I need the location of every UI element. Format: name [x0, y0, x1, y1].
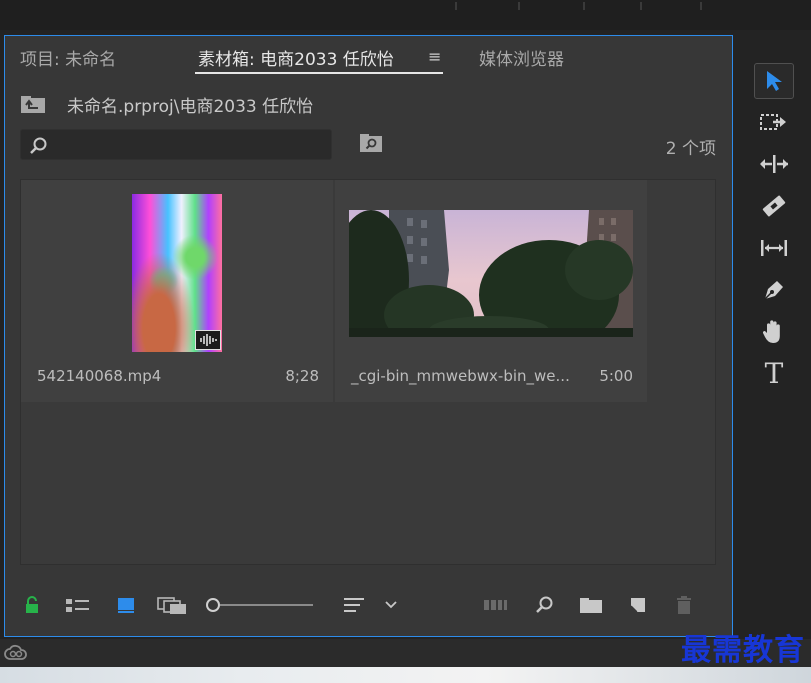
track-select-icon [760, 114, 786, 130]
clip-duration: 8;28 [285, 367, 319, 385]
list-view-icon[interactable] [63, 591, 93, 619]
slip-tool[interactable] [754, 230, 794, 266]
clip-thumbnail[interactable] [132, 194, 222, 352]
navigate-up-icon[interactable] [20, 96, 46, 114]
clip-name: _cgi-bin_mmwebwx-bin_we... [351, 367, 570, 385]
search-icon [30, 137, 47, 154]
bin-panel: 项目: 未命名 素材箱: 电商2033 任欣怡 ≡ 媒体浏览器 未命名.prpr… [4, 35, 733, 637]
type-icon: T [764, 357, 784, 390]
arrow-icon [767, 71, 782, 91]
tab-bin[interactable]: 素材箱: 电商2033 任欣怡 [198, 45, 394, 70]
selection-tool[interactable] [754, 63, 794, 99]
hand-icon [762, 320, 780, 343]
item-count: 2 个项 [665, 139, 716, 159]
bin-toolbar [5, 591, 734, 621]
chevron-down-icon[interactable] [381, 591, 401, 619]
timeline-tick [518, 2, 520, 10]
ripple-edit-tool[interactable] [754, 146, 794, 182]
search-input[interactable] [55, 133, 325, 157]
razor-icon [762, 195, 786, 217]
media-card[interactable]: _cgi-bin_mmwebwx-bin_we... 5:00 [335, 180, 647, 402]
clip-name: 542140068.mp4 [37, 367, 162, 385]
media-card[interactable]: 542140068.mp4 8;28 [21, 180, 333, 402]
write-protect-lock-icon[interactable] [20, 591, 44, 619]
razor-tool[interactable] [754, 188, 794, 224]
bin-path: 未命名.prproj\电商2033 任欣怡 [67, 97, 314, 117]
pen-icon [764, 281, 783, 300]
tab-project[interactable]: 项目: 未命名 [20, 45, 116, 70]
creative-cloud-icon[interactable] [3, 644, 29, 662]
timeline-tick [455, 2, 457, 10]
find-in-bin-icon[interactable] [359, 133, 383, 153]
sort-icons-icon[interactable] [341, 591, 367, 619]
panel-menu-icon[interactable]: ≡ [428, 47, 441, 66]
new-bin-icon[interactable] [577, 591, 605, 619]
timeline-tick [700, 2, 702, 10]
type-tool[interactable]: T [754, 356, 794, 392]
hand-tool[interactable] [754, 314, 794, 350]
watermark-text: 最需教育 [681, 633, 805, 668]
tools-panel: T [748, 58, 800, 408]
freeform-view-icon[interactable] [155, 591, 189, 619]
new-item-icon[interactable] [625, 591, 651, 619]
timeline-tick [583, 2, 585, 10]
desktop-background [0, 667, 811, 683]
trash-icon[interactable] [671, 591, 697, 619]
icon-view-icon[interactable] [113, 591, 139, 619]
pen-tool[interactable] [754, 272, 794, 308]
tab-media-browser[interactable]: 媒体浏览器 [479, 45, 564, 70]
timeline-tick [640, 2, 642, 10]
top-strip [0, 0, 811, 30]
clip-thumbnail[interactable] [349, 210, 633, 337]
find-icon[interactable] [531, 591, 557, 619]
media-grid: 542140068.mp4 8;28 _cgi-bin_mmwebwx-bin_… [20, 179, 716, 565]
landscape-photo [349, 210, 633, 337]
audio-waveform-icon [195, 330, 221, 350]
active-tab-indicator [195, 72, 443, 74]
zoom-slider[interactable] [205, 591, 317, 619]
track-select-forward-tool[interactable] [754, 104, 794, 140]
automate-to-sequence-icon[interactable] [481, 591, 511, 619]
slip-icon [761, 240, 787, 256]
clip-duration: 5:00 [599, 367, 633, 385]
ripple-edit-icon [760, 155, 788, 173]
search-field[interactable] [20, 129, 332, 160]
